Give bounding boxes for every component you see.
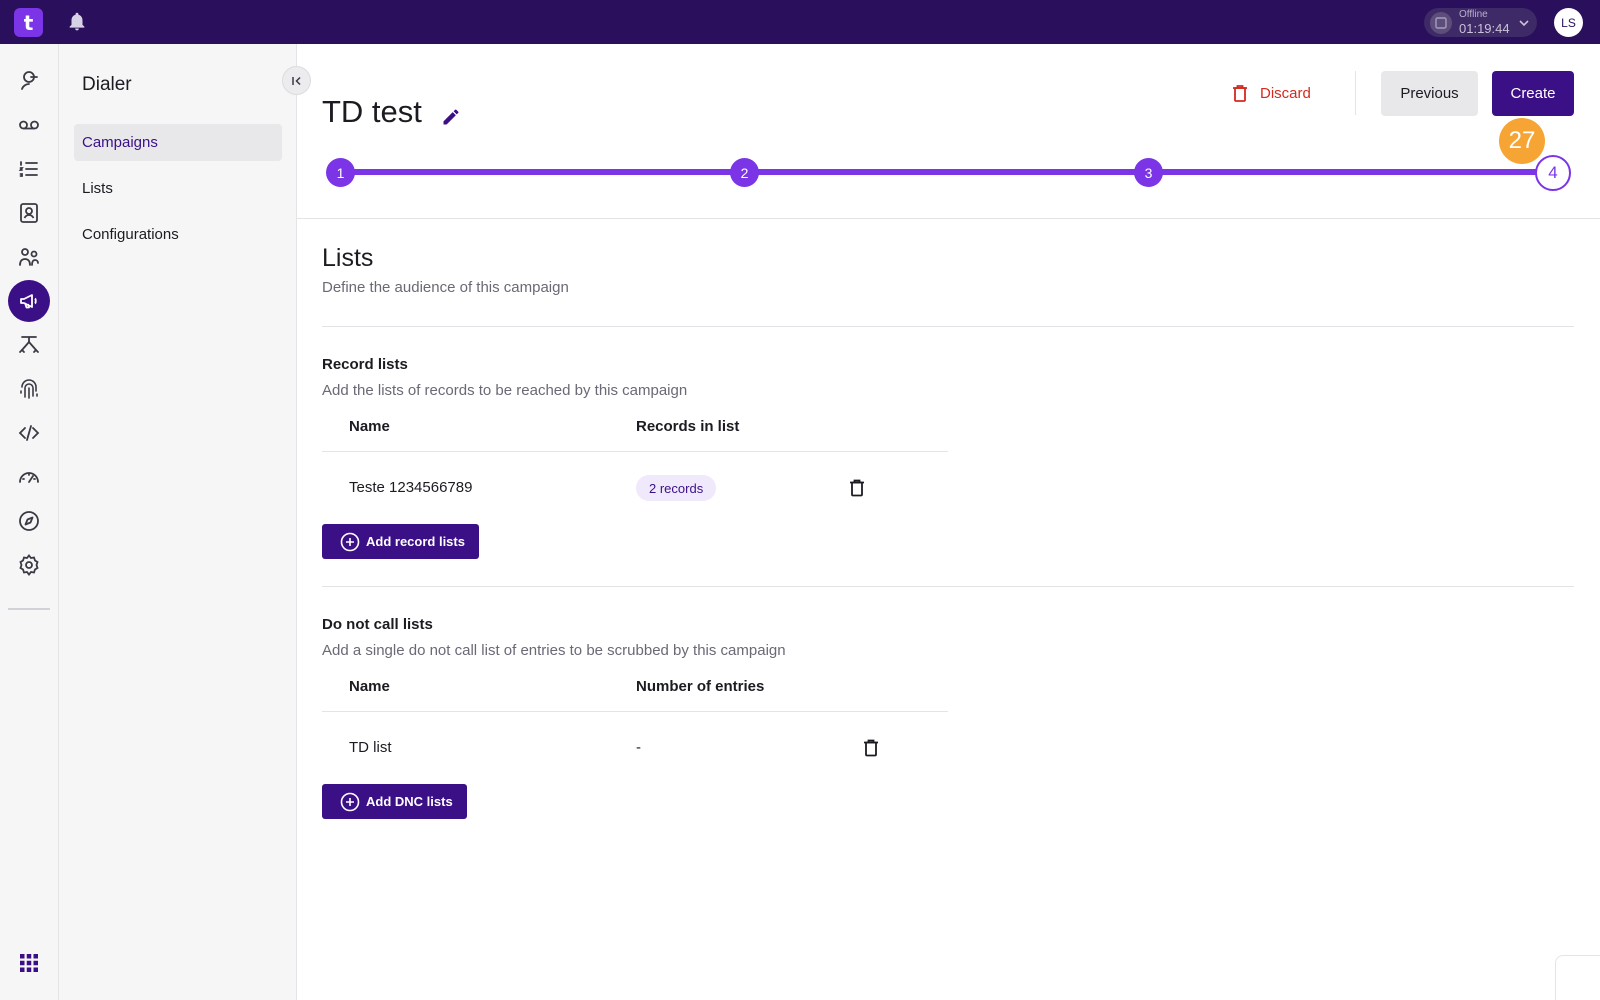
section-title: Lists [322, 244, 374, 272]
add-dnc-lists-label: Add DNC lists [366, 794, 453, 809]
dnc-lists-description: Add a single do not call list of entries… [322, 642, 786, 659]
nav-title: Dialer [82, 74, 132, 95]
step-1[interactable]: 1 [326, 158, 355, 187]
status-icon [1430, 11, 1452, 34]
step-connector [354, 169, 734, 175]
agent-icon[interactable] [8, 60, 50, 102]
step-2[interactable]: 2 [730, 158, 759, 187]
list-icon[interactable] [8, 148, 50, 190]
nav-item-configurations[interactable]: Configurations [74, 216, 282, 253]
dnc-list-name: TD list [349, 739, 392, 756]
collapse-icon [291, 76, 301, 85]
compass-icon[interactable] [8, 500, 50, 542]
column-header-records: Records in list [636, 418, 740, 435]
add-record-lists-button[interactable]: Add record lists [322, 524, 479, 559]
step-3[interactable]: 3 [1134, 158, 1163, 187]
delete-record-list-button[interactable] [850, 479, 864, 502]
icon-rail [0, 44, 59, 1000]
dashboard-icon[interactable] [8, 456, 50, 498]
chevron-down-icon [1519, 19, 1529, 26]
section-divider [322, 326, 1574, 327]
add-record-lists-label: Add record lists [366, 534, 465, 549]
agent-status-toggle[interactable]: Offline 01:19:44 [1424, 8, 1537, 37]
step-connector [1162, 169, 1538, 175]
add-dnc-lists-button[interactable]: Add DNC lists [322, 784, 467, 819]
header-divider [1355, 71, 1356, 115]
record-lists-title: Record lists [322, 356, 408, 373]
fingerprint-icon[interactable] [8, 368, 50, 410]
create-button[interactable]: Create [1492, 71, 1574, 116]
step-connector [758, 169, 1138, 175]
records-count-chip: 2 records [636, 475, 717, 501]
flow-icon[interactable] [8, 324, 50, 366]
section-divider [322, 586, 1574, 587]
trash-icon [850, 479, 864, 497]
discard-button[interactable]: Discard [1232, 78, 1311, 108]
code-icon[interactable] [8, 412, 50, 454]
header-divider-line [297, 218, 1600, 219]
pencil-icon [443, 109, 459, 125]
status-label: Offline [1459, 9, 1488, 20]
table-header-divider [322, 711, 948, 712]
dnc-entries-count: - [636, 739, 641, 756]
trash-icon [1233, 85, 1247, 102]
notification-badge: 27 [1499, 118, 1545, 164]
users-icon[interactable] [8, 236, 50, 278]
nav-item-campaigns[interactable]: Campaigns [74, 124, 282, 161]
avatar[interactable]: LS [1554, 8, 1583, 37]
column-header-name: Name [349, 418, 390, 435]
status-timer: 01:19:44 [1459, 21, 1510, 36]
rail-divider [8, 608, 50, 610]
page-title: TD test [322, 94, 422, 129]
column-header-name: Name [349, 678, 390, 695]
record-lists-description: Add the lists of records to be reached b… [322, 382, 688, 399]
megaphone-icon[interactable] [8, 280, 50, 322]
discard-label: Discard [1260, 84, 1311, 102]
floating-widget[interactable] [1555, 955, 1600, 1000]
dnc-lists-title: Do not call lists [322, 616, 433, 633]
plus-circle-icon [340, 792, 360, 811]
gear-icon[interactable] [8, 544, 50, 586]
edit-title-button[interactable] [441, 107, 461, 132]
previous-button[interactable]: Previous [1381, 71, 1478, 116]
contacts-icon[interactable] [8, 192, 50, 234]
delete-dnc-list-button[interactable] [864, 739, 878, 762]
logo-text: t [23, 10, 34, 35]
apps-grid-icon[interactable] [8, 942, 50, 984]
column-header-entries: Number of entries [636, 678, 765, 695]
app-logo[interactable]: t [14, 8, 43, 37]
collapse-sidebar-button[interactable] [282, 66, 311, 95]
step-4[interactable]: 4 [1535, 155, 1571, 191]
top-bar: t Offline 01:19:44 LS [0, 0, 1600, 44]
record-list-name: Teste 1234566789 [349, 479, 473, 496]
bell-icon[interactable] [67, 12, 87, 32]
nav-item-lists[interactable]: Lists [74, 170, 282, 207]
trash-icon [864, 739, 878, 757]
secondary-nav: Dialer Campaigns Lists Configurations [59, 44, 297, 1000]
table-header-divider [322, 451, 948, 452]
plus-circle-icon [340, 532, 360, 551]
section-description: Define the audience of this campaign [322, 279, 569, 296]
voicemail-icon[interactable] [8, 104, 50, 146]
